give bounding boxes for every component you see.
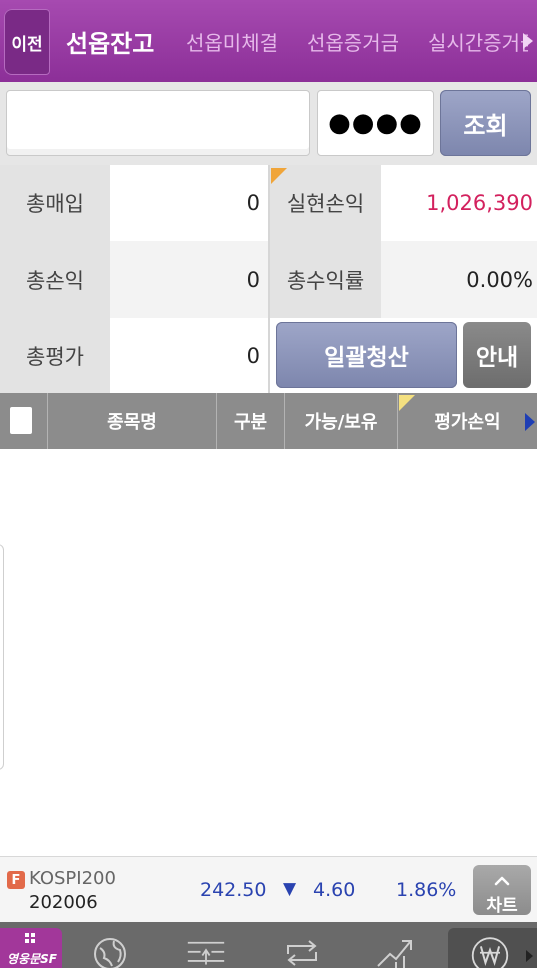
guide-button[interactable]: 안내: [463, 322, 531, 388]
tab-realtime-margin[interactable]: 실시간증거금: [428, 0, 528, 82]
query-button[interactable]: 조회: [440, 90, 531, 156]
tab-futures-balance[interactable]: 선옵잔고: [66, 0, 154, 82]
menu-grid-icon: [25, 933, 35, 943]
ticker-change: 4.60: [313, 879, 356, 901]
column-header-eval-pl[interactable]: 평가손익: [398, 393, 537, 449]
tab-scroll-right-icon[interactable]: [523, 33, 533, 49]
brand-label: 영웅문SF: [7, 952, 57, 966]
column-header-available[interactable]: 가능/보유: [285, 393, 398, 449]
tab-futures-unfilled[interactable]: 선옵미체결: [186, 0, 278, 82]
globe-icon[interactable]: [90, 932, 130, 968]
column-header-type[interactable]: 구분: [217, 393, 285, 449]
positions-table-body: [0, 449, 537, 856]
tab-futures-margin[interactable]: 선옵증거금: [307, 0, 399, 82]
select-all-cell: [0, 393, 48, 449]
total-purchase-value: 0: [110, 165, 268, 241]
chevron-up-icon: [494, 876, 510, 886]
chart-button[interactable]: 차트: [473, 865, 531, 916]
total-eval-label: 총평가: [0, 318, 110, 393]
app-root: 이전 선옵잔고 선옵미체결 선옵증거금 실시간증거금 ●●●● 조회 총매입 0…: [0, 0, 537, 968]
down-arrow-icon: ▼: [283, 879, 297, 899]
liquidate-all-button[interactable]: 일괄청산: [276, 322, 457, 388]
ticker-code[interactable]: 202006: [29, 892, 98, 913]
back-button[interactable]: 이전: [4, 9, 50, 75]
total-eval-value: 0: [110, 318, 268, 393]
ticker-rate: 1.86%: [396, 879, 457, 901]
ticker-bar: F KOSPI200 202006 242.50 ▼ 4.60 1.86% 차트: [0, 856, 537, 922]
brand-menu-button[interactable]: 영웅문SF: [0, 928, 62, 968]
futures-badge: F: [7, 871, 25, 889]
password-input[interactable]: ●●●●: [317, 90, 434, 156]
column-scroll-right-icon[interactable]: [525, 413, 535, 431]
ticker-price: 242.50: [200, 879, 267, 901]
select-all-checkbox[interactable]: [10, 407, 32, 434]
ticker-name[interactable]: KOSPI200: [29, 868, 116, 889]
total-pl-label: 총손익: [0, 241, 110, 318]
total-purchase-label: 총매입: [0, 165, 110, 241]
won-icon[interactable]: [470, 932, 510, 968]
total-return-label: 총수익률: [270, 241, 381, 318]
column-header-name[interactable]: 종목명: [48, 393, 217, 449]
order-icon[interactable]: [186, 932, 226, 968]
chart-button-label: 차트: [486, 896, 518, 916]
total-return-value: 0.00%: [381, 241, 537, 318]
header-bar: 이전 선옵잔고 선옵미체결 선옵증거금 실시간증거금: [0, 0, 537, 82]
scrollbar[interactable]: [0, 544, 4, 770]
nav-more-icon[interactable]: [526, 950, 533, 962]
summary-divider: [268, 165, 270, 393]
bottom-nav: 영웅문SF: [0, 922, 537, 968]
account-input[interactable]: [6, 90, 310, 156]
account-search-row: ●●●● 조회: [0, 82, 537, 165]
realized-pl-value: 1,026,390: [381, 165, 537, 241]
total-pl-value: 0: [110, 241, 268, 318]
balance-summary: 총매입 0 실현손익 1,026,390 총손익 0 총수익률 0.00% 총평…: [0, 165, 537, 393]
trend-icon[interactable]: [376, 932, 416, 968]
positions-table-header: 종목명 구분 가능/보유 평가손익: [0, 393, 537, 449]
transfer-icon[interactable]: [282, 932, 322, 968]
realized-pl-marker-icon: [271, 168, 287, 184]
